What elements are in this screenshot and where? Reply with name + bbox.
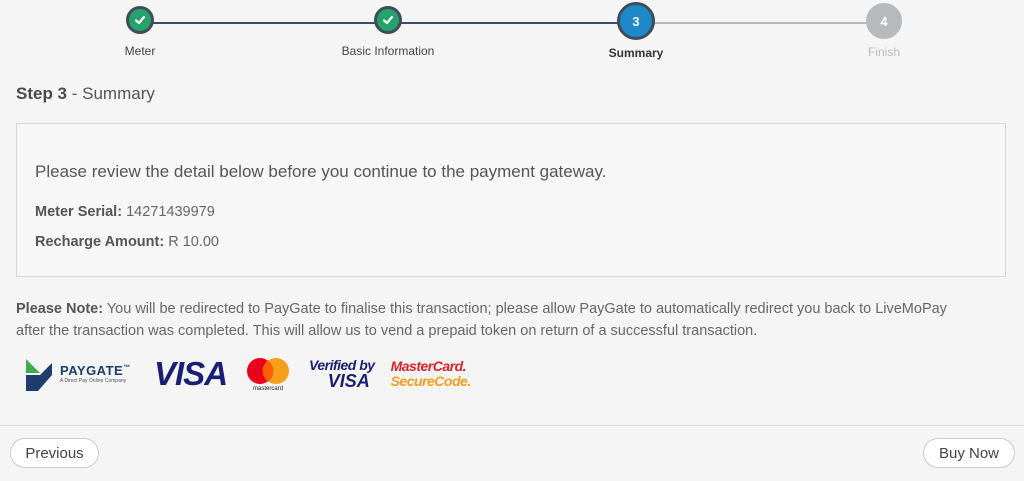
note-text: You will be redirected to PayGate to fin… [16, 301, 947, 339]
note-label: Please Note: [16, 301, 104, 317]
visa-logo: VISA [154, 355, 228, 393]
step-meter: Meter [40, 6, 240, 58]
meter-serial-row: Meter Serial: 14271439979 [35, 204, 215, 220]
verified-by-visa-logo: Verified by VISA [309, 358, 375, 390]
check-icon [374, 6, 402, 34]
verified-by-text: Verified by [309, 357, 375, 373]
mastercard-circles-icon [247, 357, 290, 384]
securecode-top-text: MasterCard. [390, 358, 467, 375]
recharge-amount-value: R 10.00 [168, 234, 219, 250]
paygate-tm: ™ [123, 364, 131, 372]
step-label: Meter [124, 44, 156, 58]
wizard-footer: Previous Buy Now [0, 425, 1024, 481]
step-title: Summary [82, 84, 155, 103]
mastercard-securecode-logo: MasterCard. SecureCode. [390, 358, 472, 389]
step-number-label: Step 3 [16, 84, 68, 103]
buy-now-button[interactable]: Buy Now [923, 438, 1015, 468]
payment-note: Please Note: You will be redirected to P… [16, 298, 976, 342]
recharge-amount-label: Recharge Amount: [35, 234, 165, 250]
page-title: Step 3 - Summary [16, 84, 155, 104]
paygate-tagline: A Direct Pay Online Company [60, 378, 127, 384]
verified-visa-text: VISA [327, 371, 370, 391]
paygate-logo: PAYGATE™ A Direct Pay Online Company [24, 353, 138, 395]
step-label: Basic Information [341, 44, 435, 58]
mastercard-logo: mastercard [243, 357, 293, 392]
title-separator: - [67, 84, 83, 103]
step-basic-information: Basic Information [288, 6, 488, 58]
meter-serial-label: Meter Serial: [35, 204, 123, 220]
paygate-name: PAYGATE [60, 363, 124, 378]
summary-intro: Please review the detail below before yo… [35, 162, 607, 181]
step-summary: 3 Summary [536, 2, 736, 60]
step-number: 4 [866, 3, 902, 39]
step-finish: 4 Finish [784, 3, 984, 59]
mastercard-text: mastercard [253, 385, 284, 392]
progress-stepper: Meter Basic Information 3 Summary 4 Fini… [0, 0, 1024, 72]
previous-button[interactable]: Previous [10, 438, 99, 468]
securecode-bottom-text: SecureCode. [390, 373, 472, 389]
meter-serial-value: 14271439979 [126, 204, 215, 220]
check-icon [126, 6, 154, 34]
step-number: 3 [617, 2, 655, 40]
step-label: Summary [608, 46, 664, 60]
payment-logos: PAYGATE™ A Direct Pay Online Company VIS… [24, 352, 487, 396]
step-label: Finish [867, 45, 900, 59]
paygate-chevron-icon [26, 359, 52, 391]
visa-text: VISA [154, 355, 228, 392]
recharge-amount-row: Recharge Amount: R 10.00 [35, 234, 219, 250]
summary-panel: Please review the detail below before yo… [16, 123, 1006, 277]
